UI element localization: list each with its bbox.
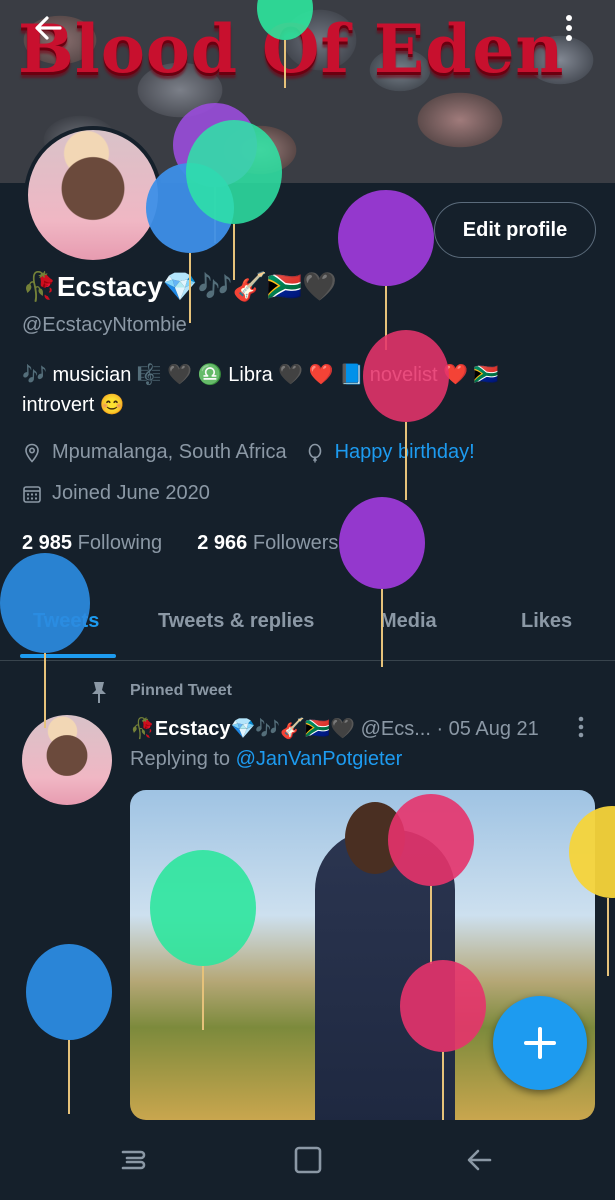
balloon-icon (388, 794, 474, 964)
balloon-icon (339, 497, 425, 667)
following-label: Following (77, 532, 163, 554)
profile-meta-joined: Joined June 2020 (22, 482, 210, 505)
balloon-icon (257, 0, 313, 88)
balloon-icon (363, 330, 449, 500)
home-icon[interactable] (288, 1140, 328, 1180)
replying-to-prefix: Replying to (130, 748, 231, 770)
more-options-icon[interactable] (556, 10, 582, 46)
balloon-icon (26, 944, 112, 1114)
followers-label: Followers (252, 532, 339, 554)
tweet-author-handle: @Ecs... (360, 718, 431, 740)
profile-avatar[interactable] (24, 126, 162, 264)
system-nav-bar (0, 1120, 615, 1200)
tweet-avatar[interactable] (22, 715, 112, 805)
bio-line-1: 🎶 musician 🎼 🖤 ♎ Libra 🖤 ❤️ 📘 novelist ❤… (22, 364, 499, 386)
joined-text: Joined June 2020 (52, 482, 210, 504)
calendar-icon (23, 485, 41, 503)
plus-icon (524, 1027, 556, 1059)
location-text: Mpumalanga, South Africa (52, 441, 287, 463)
pinned-tweet-label: Pinned Tweet (130, 682, 232, 699)
balloon-icon (150, 850, 256, 1030)
profile-bio: 🎶 musician 🎼 🖤 ♎ Libra 🖤 ❤️ 📘 novelist ❤… (22, 360, 602, 420)
location-pin-icon (25, 443, 39, 463)
tab-tweets-replies[interactable]: Tweets & replies (158, 610, 314, 633)
back-icon[interactable] (460, 1140, 500, 1180)
tweet-author-name[interactable]: 🥀Ecstacy💎🎶🎸🇿🇦🖤 (130, 718, 355, 740)
tweet-date: · 05 Aug 21 (436, 718, 539, 740)
bio-line-2: introvert 😊 (22, 394, 125, 416)
balloon-icon (308, 443, 321, 462)
replying-to: Replying to @JanVanPotgieter (130, 748, 402, 771)
edit-profile-button[interactable]: Edit profile (434, 202, 596, 258)
compose-tweet-button[interactable] (493, 996, 587, 1090)
follow-counts: 2 985 Following 2 966 Followers (22, 532, 338, 555)
following-link[interactable]: 2 985 Following (22, 532, 162, 554)
replying-to-handle[interactable]: @JanVanPotgieter (236, 748, 403, 770)
balloon-icon (569, 806, 615, 976)
followers-count: 2 966 (197, 532, 248, 554)
balloon-icon (186, 120, 282, 280)
balloon-icon (338, 190, 434, 350)
tweet-header: 🥀Ecstacy💎🎶🎸🇿🇦🖤 @Ecs... · 05 Aug 21 (130, 716, 539, 741)
back-arrow-icon[interactable] (30, 10, 66, 46)
balloon-icon (0, 553, 90, 728)
tweet-more-icon[interactable] (572, 714, 590, 740)
following-count: 2 985 (22, 532, 73, 554)
profile-tabs: Tweets Tweets & replies Media Likes (0, 595, 615, 661)
balloon-icon (400, 960, 486, 1120)
followers-link[interactable]: 2 966 Followers (197, 532, 338, 554)
tab-likes[interactable]: Likes (521, 610, 572, 633)
recent-apps-icon[interactable] (115, 1140, 155, 1180)
